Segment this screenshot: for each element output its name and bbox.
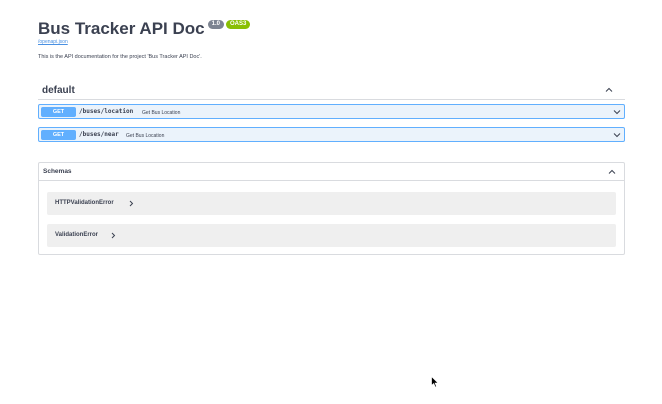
schemas-header[interactable]: Schemas	[39, 163, 624, 181]
method-badge: GET	[41, 130, 76, 140]
operation-summary: Get Bus Location	[126, 132, 165, 139]
operation-path: /buses/near	[79, 131, 119, 138]
operation-summary: Get Bus Location	[142, 109, 181, 116]
version-badge: 1.0	[207, 20, 224, 29]
model-name: ValidationError	[55, 232, 99, 238]
chevron-right-icon[interactable]	[110, 232, 116, 239]
tag-section-default[interactable]: default	[38, 81, 625, 100]
method-badge: GET	[41, 107, 76, 117]
chevron-right-icon[interactable]	[128, 200, 134, 207]
oas-badge: OAS3	[225, 20, 251, 29]
model-name: HTTPValidationError	[55, 200, 114, 206]
chevron-up-icon[interactable]	[608, 168, 616, 176]
chevron-up-icon[interactable]	[605, 86, 613, 94]
openapi-json-link[interactable]: /openapi.json	[38, 39, 68, 45]
operation-get-buses-location[interactable]: GET /buses/location Get Bus Location	[38, 104, 625, 119]
model-validation-error[interactable]: ValidationError	[47, 224, 616, 247]
chevron-down-icon[interactable]	[613, 108, 621, 116]
chevron-down-icon[interactable]	[613, 131, 621, 139]
operation-path: /buses/location	[79, 108, 134, 115]
tag-name: default	[42, 85, 75, 96]
api-title: Bus Tracker API Doc	[38, 19, 205, 38]
mouse-cursor-icon	[431, 375, 440, 388]
schemas-section: Schemas HTTPValidationError ValidationEr…	[38, 162, 625, 255]
schemas-title: Schemas	[43, 168, 72, 175]
operation-get-buses-near[interactable]: GET /buses/near Get Bus Location	[38, 127, 625, 142]
api-info-header: Bus Tracker API Doc 1.0 OAS3	[38, 18, 251, 40]
model-http-validation-error[interactable]: HTTPValidationError	[47, 192, 616, 215]
api-description: This is the API documentation for the pr…	[38, 54, 202, 60]
